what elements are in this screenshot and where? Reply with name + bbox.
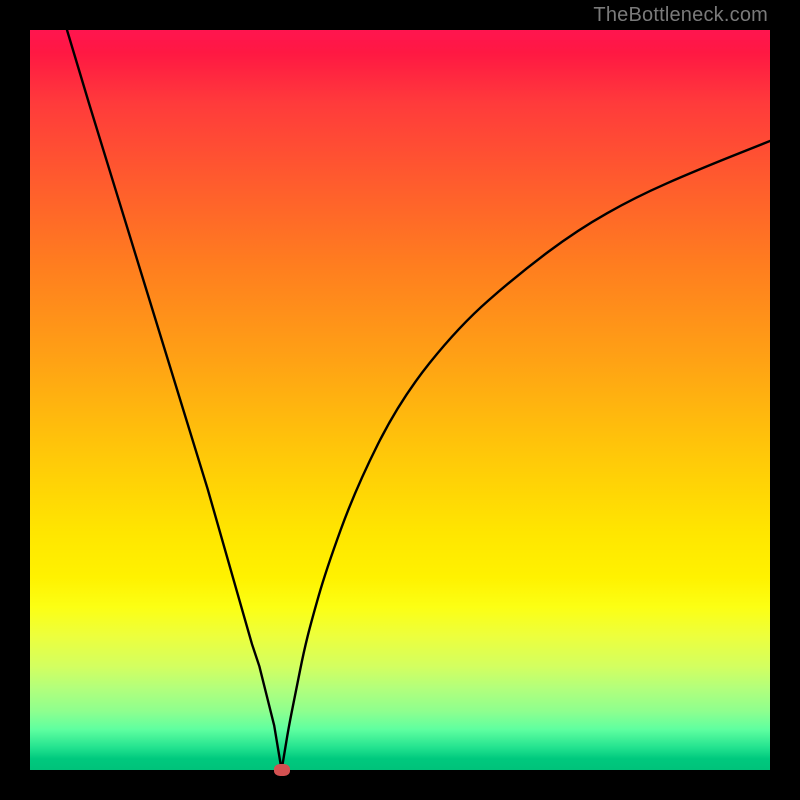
sweet-spot-marker (274, 764, 290, 776)
watermark-text: TheBottleneck.com (593, 4, 768, 27)
curve-path (67, 30, 770, 770)
bottleneck-curve (30, 30, 770, 770)
chart-frame: TheBottleneck.com (0, 0, 800, 800)
